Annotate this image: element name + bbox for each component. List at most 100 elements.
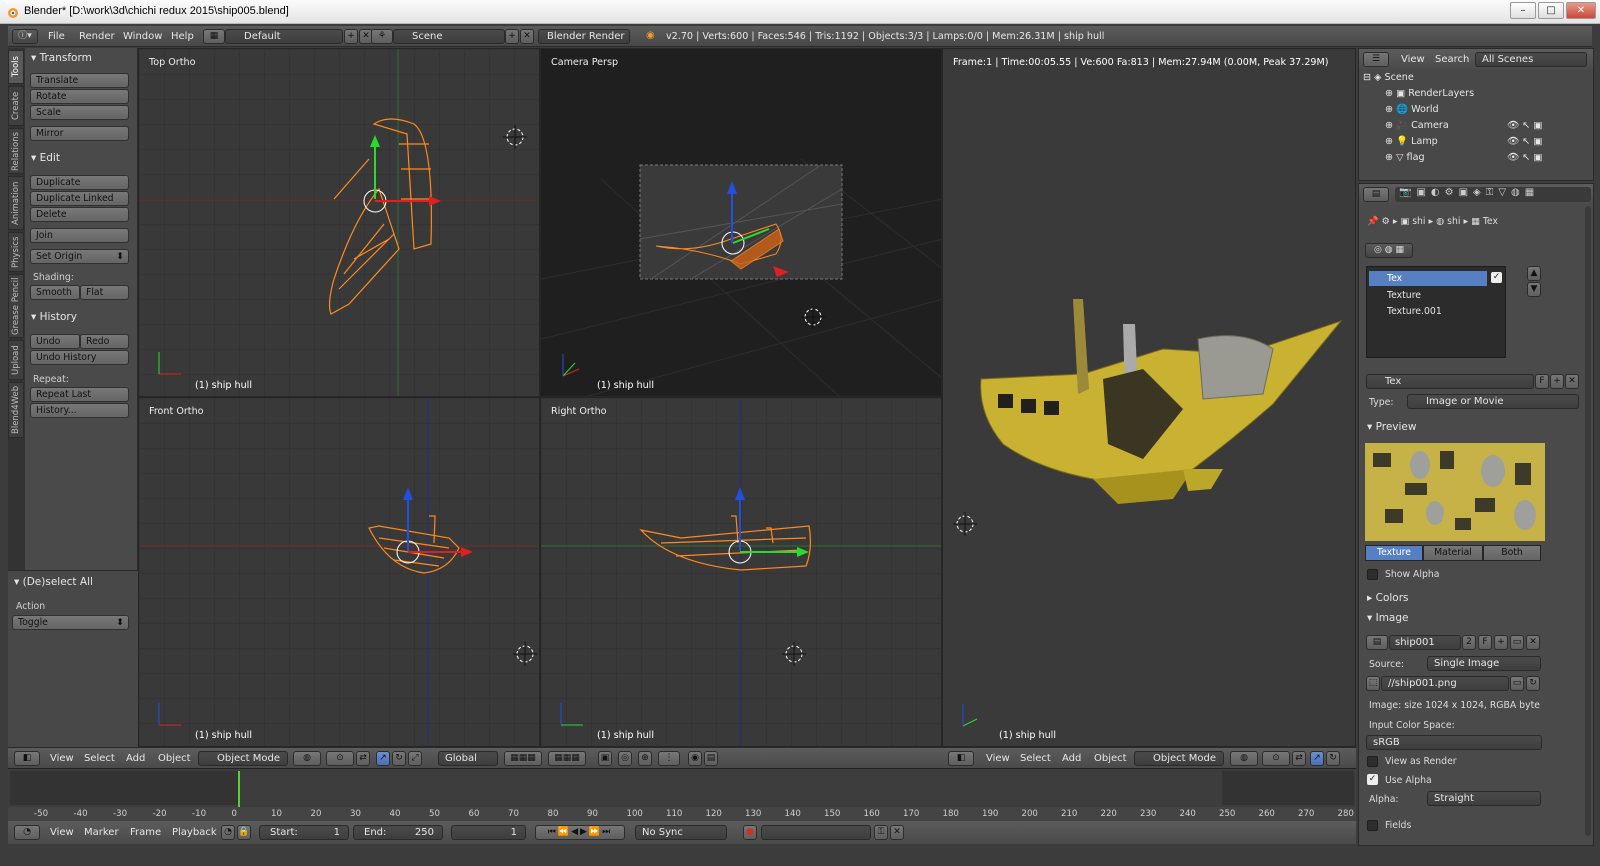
browse-file-icon[interactable]: ▭ xyxy=(1510,676,1524,691)
use-alpha-checkbox[interactable]: ✓ xyxy=(1367,774,1378,785)
end-frame-field[interactable]: End: 250 xyxy=(353,825,443,840)
set-origin-button[interactable]: Set Origin ⬍ xyxy=(30,249,129,264)
remove-scene-icon[interactable]: ✕ xyxy=(520,29,534,44)
add-scene-icon[interactable]: + xyxy=(505,29,519,44)
view-as-render-checkbox[interactable] xyxy=(1367,756,1378,767)
menu-outliner-search[interactable]: Search xyxy=(1435,54,1469,65)
orientation-select[interactable]: Global xyxy=(438,751,498,766)
delete-button[interactable]: Delete xyxy=(30,207,129,222)
scale-button[interactable]: Scale xyxy=(30,105,129,120)
texture-slot-texture-001[interactable]: Texture.001 xyxy=(1369,304,1442,319)
pivot-select-right-icon[interactable]: ⊙ xyxy=(1262,751,1290,766)
operator-panel-header[interactable]: ▾ (De)select All xyxy=(14,576,93,588)
image-fake-user-button[interactable]: F xyxy=(1478,635,1492,650)
manipulator-toggle-right-icon[interactable]: ⇄ xyxy=(1292,751,1306,766)
redo-button[interactable]: Redo xyxy=(80,334,129,349)
scene-icon[interactable]: ⚘ xyxy=(371,29,393,44)
lock-range-icon[interactable]: 🔒 xyxy=(237,825,251,840)
menu-outliner-view[interactable]: View xyxy=(1401,54,1425,65)
texture-slot-texture[interactable]: Texture xyxy=(1369,288,1421,303)
mode-select-right[interactable]: Object Mode xyxy=(1134,751,1224,766)
maximize-button[interactable]: □ xyxy=(1538,2,1564,19)
menu-view-right[interactable]: View xyxy=(986,753,1010,764)
preview-panel-header[interactable]: ▾ Preview xyxy=(1367,421,1416,433)
render-anim-icon[interactable]: ▤ xyxy=(704,751,718,766)
undo-button[interactable]: Undo xyxy=(30,334,80,349)
tab-upload[interactable]: Upload xyxy=(8,340,24,380)
menu-add-right[interactable]: Add xyxy=(1062,753,1081,764)
menu-frame[interactable]: Frame xyxy=(130,827,161,838)
editor-type-timeline-icon[interactable]: ◔ xyxy=(14,825,40,840)
image-name-field[interactable]: ship001 xyxy=(1389,635,1461,650)
manipulator-toggle-icon[interactable]: ⇄ xyxy=(356,751,370,766)
alpha-mode-select[interactable]: Straight xyxy=(1427,791,1541,806)
image-users-count[interactable]: 2 xyxy=(1462,635,1476,650)
current-frame-field[interactable]: 1 xyxy=(451,825,526,840)
add-screen-icon[interactable]: + xyxy=(344,29,358,44)
render-engine-select[interactable]: Blender Render xyxy=(538,29,630,44)
menu-help[interactable]: Help xyxy=(171,31,194,42)
menu-add[interactable]: Add xyxy=(126,753,145,764)
outliner-row-scene[interactable]: ⊟ ◈ Scene xyxy=(1363,72,1414,83)
tab-blend4web[interactable]: Blend4Web xyxy=(8,382,24,438)
image-browse-icon[interactable]: ▤ xyxy=(1366,635,1388,650)
delete-key-icon[interactable]: ✕ xyxy=(890,825,904,840)
tab-create[interactable]: Create xyxy=(8,86,24,126)
duplicate-linked-button[interactable]: Duplicate Linked xyxy=(30,191,129,206)
preview-range-icon[interactable]: ◔ xyxy=(221,825,235,840)
texture-name-field[interactable]: Tex xyxy=(1366,374,1534,389)
viewport-render[interactable]: Frame:1 | Time:00:05.55 | Ve:600 Fa:813 … xyxy=(942,48,1356,747)
join-button[interactable]: Join xyxy=(30,228,129,243)
repeat-last-button[interactable]: Repeat Last xyxy=(30,387,129,402)
preview-tab-both[interactable]: Both xyxy=(1483,545,1541,561)
mirror-button[interactable]: Mirror xyxy=(30,126,129,141)
viewport-top-ortho[interactable]: Top Ortho (1) ship hull xyxy=(138,48,540,397)
fields-checkbox[interactable] xyxy=(1367,820,1378,831)
screen-layout-field[interactable]: Default xyxy=(225,29,343,44)
playback-controls[interactable]: ⏮⏪◀▶⏩⏭ xyxy=(535,825,625,840)
menu-file[interactable]: File xyxy=(48,31,65,42)
layers-2-icon[interactable]: ▦▦▦ xyxy=(548,751,586,766)
proportional-icon[interactable]: ◎ xyxy=(618,751,632,766)
duplicate-button[interactable]: Duplicate xyxy=(30,175,129,190)
editor-type-3d-right-icon[interactable]: ◧ xyxy=(948,751,974,766)
edit-panel-header[interactable]: ▾ Edit xyxy=(31,152,60,164)
record-icon[interactable]: ● xyxy=(743,825,757,840)
start-frame-field[interactable]: Start: 1 xyxy=(259,825,349,840)
history-button[interactable]: History... xyxy=(30,403,129,418)
texture-slot-list[interactable]: Tex Texture Texture.001 ✓ xyxy=(1366,266,1506,358)
lock-layers-icon[interactable]: ▣ xyxy=(598,751,612,766)
scene-field[interactable]: Scene xyxy=(393,29,505,44)
menu-marker[interactable]: Marker xyxy=(84,827,119,838)
mode-select[interactable]: Object Mode xyxy=(198,751,288,766)
move-slot-up-icon[interactable]: ▲ xyxy=(1527,266,1541,281)
rotate-manip-icon[interactable]: ↻ xyxy=(392,751,406,766)
editor-type-outliner-icon[interactable]: ☰ xyxy=(1363,52,1389,67)
new-texture-icon[interactable]: + xyxy=(1550,374,1564,389)
unlink-image-icon[interactable]: ✕ xyxy=(1526,635,1540,650)
screen-layout-icon[interactable]: ▦ xyxy=(203,29,225,44)
outliner-row-world[interactable]: ⊕ 🌐 World xyxy=(1385,104,1439,115)
keying-set-field[interactable] xyxy=(761,825,871,840)
pivot-select-icon[interactable]: ⊙ xyxy=(326,751,354,766)
preview-tab-texture[interactable]: Texture xyxy=(1365,545,1423,561)
editor-type-properties-icon[interactable]: ▤ xyxy=(1363,187,1389,202)
show-alpha-checkbox[interactable] xyxy=(1367,569,1378,580)
new-image-icon[interactable]: + xyxy=(1494,635,1508,650)
image-pack-icon[interactable]: ⬚ xyxy=(1366,676,1380,691)
rotate-button[interactable]: Rotate xyxy=(30,89,129,104)
menu-view[interactable]: View xyxy=(50,753,74,764)
viewport-front-ortho[interactable]: Front Ortho (1) ship hull xyxy=(138,397,540,747)
undo-history-button[interactable]: Undo History xyxy=(30,350,129,365)
texture-type-tabs[interactable]: ◎ ◍ ▦ xyxy=(1365,243,1413,258)
translate-manip-right-icon[interactable]: ↗ xyxy=(1310,751,1324,766)
transform-panel-header[interactable]: ▾ Transform xyxy=(31,52,92,64)
translate-button[interactable]: Translate xyxy=(30,73,129,88)
preview-tab-material[interactable]: Material xyxy=(1423,545,1483,561)
tab-physics[interactable]: Physics xyxy=(8,232,24,272)
outliner-row-flag[interactable]: ⊕ ▽ flag 👁 ↖ ▣ xyxy=(1385,152,1542,163)
menu-object[interactable]: Object xyxy=(158,753,191,764)
smooth-button[interactable]: Smooth xyxy=(30,285,80,300)
tab-tools[interactable]: Tools xyxy=(8,50,24,84)
shading-select-icon[interactable]: ◍ xyxy=(293,751,321,766)
